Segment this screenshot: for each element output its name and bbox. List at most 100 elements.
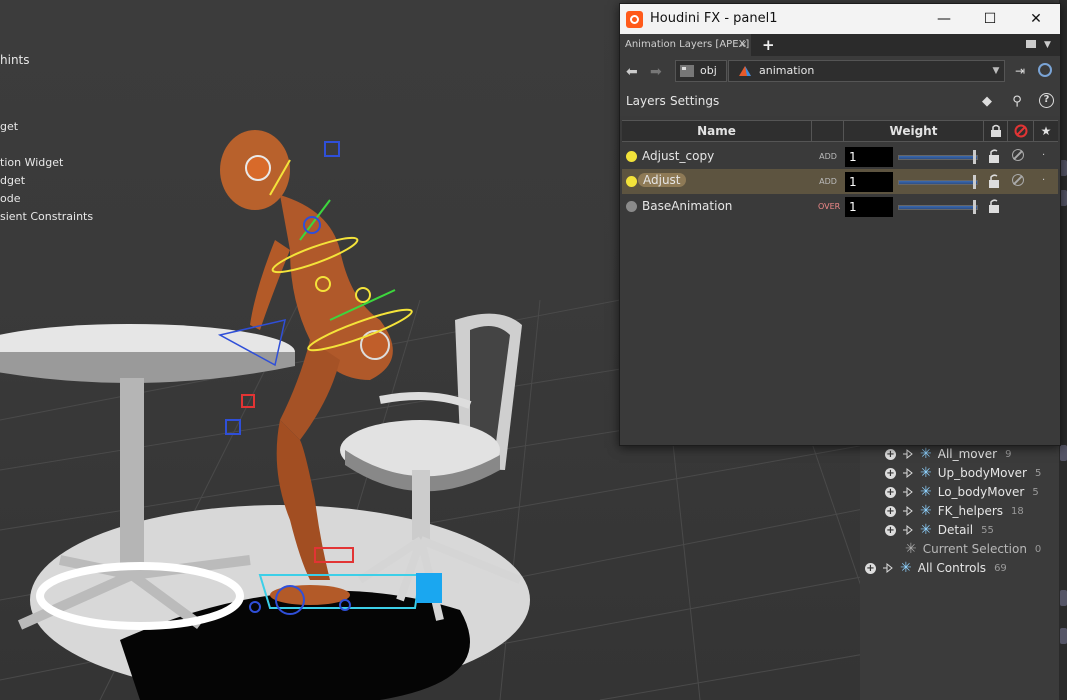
tree-item[interactable]: ✳ Current Selection 0 (905, 540, 1041, 558)
animation-node-icon (739, 66, 751, 76)
expand-icon[interactable]: + (885, 486, 896, 498)
column-solo-icon[interactable]: ★ (1034, 121, 1058, 141)
maximize-button[interactable]: ☐ (967, 4, 1013, 34)
layer-weight-field[interactable]: 1 (845, 147, 893, 167)
layer-color-dot (626, 176, 637, 187)
path-node-field[interactable]: animation (728, 60, 1005, 82)
layer-weight-slider-handle[interactable] (973, 200, 976, 214)
window-titlebar[interactable]: Houdini FX - panel1 — ☐ ✕ (620, 4, 1060, 34)
column-mode[interactable] (812, 121, 844, 141)
layer-weight-slider[interactable] (898, 205, 978, 210)
tree-item[interactable]: + ✳ All Controls 69 (865, 559, 1007, 577)
keyframe-icon (883, 562, 893, 574)
expand-icon[interactable]: + (885, 505, 896, 517)
expand-icon[interactable]: + (885, 467, 896, 479)
channel-icon: ✳ (920, 522, 932, 538)
minimize-button[interactable]: — (921, 4, 967, 34)
animation-layers-window: Houdini FX - panel1 — ☐ ✕ Animation Laye… (619, 3, 1061, 446)
tree-item-label: Detail (937, 523, 974, 537)
tree-item-label: Current Selection (922, 542, 1027, 556)
pin-icon[interactable]: ⇥ (1015, 64, 1025, 78)
layer-weight-field[interactable]: 1 (845, 172, 893, 192)
unlocked-icon[interactable] (988, 149, 1000, 163)
viewport-hint: hints (0, 53, 30, 67)
tree-item[interactable]: + ✳ Up_bodyMover 5 (885, 464, 1041, 482)
menu-settings[interactable]: Settings (670, 94, 719, 108)
tree-item-label: All Controls (917, 561, 987, 575)
tab-close-icon[interactable]: × (739, 34, 747, 56)
layer-weight-field[interactable]: 1 (845, 197, 893, 217)
path-root-button[interactable]: obj (675, 60, 727, 82)
column-lock-icon[interactable] (984, 121, 1008, 141)
layer-blend-mode[interactable]: ADD (818, 177, 838, 186)
forward-arrow-icon[interactable]: ➡ (650, 64, 662, 80)
layer-weight-slider-handle[interactable] (973, 175, 976, 189)
back-arrow-icon[interactable]: ⬅ (626, 64, 638, 80)
column-mute-icon[interactable] (1008, 121, 1034, 141)
layer-blend-mode[interactable]: ADD (818, 152, 838, 161)
tree-item[interactable]: + ✳ Detail 55 (885, 521, 994, 539)
pane-layout-icon[interactable] (1026, 40, 1036, 48)
solo-toggle-icon[interactable]: · (1042, 175, 1045, 186)
layer-row[interactable]: BaseAnimation OVER 1 (622, 194, 1058, 219)
toolbar-button[interactable] (1060, 190, 1067, 206)
toolbar-button[interactable] (1060, 445, 1067, 461)
keyframe-icon (903, 505, 913, 517)
keyframe-icon (903, 467, 913, 479)
expand-icon[interactable]: + (885, 448, 896, 460)
add-layer-icon[interactable]: ◆ (978, 94, 996, 110)
channel-icon: ✳ (900, 560, 912, 576)
unlocked-icon[interactable] (988, 199, 1000, 213)
layer-name[interactable]: BaseAnimation (642, 199, 732, 213)
solo-toggle-icon[interactable]: · (1042, 150, 1045, 161)
network-icon (680, 65, 694, 77)
pane-tab-bar: Animation Layers [APEX] × + ▼ (620, 34, 1060, 56)
channel-icon: ✳ (920, 446, 932, 462)
mute-toggle-icon[interactable] (1012, 149, 1024, 161)
window-title: Houdini FX - panel1 (650, 11, 778, 26)
path-node-label: animation (759, 64, 815, 77)
layer-row[interactable]: Adjust_copy ADD 1 · (622, 144, 1058, 169)
column-weight[interactable]: Weight (844, 121, 984, 141)
path-dropdown-arrow-icon[interactable]: ▼ (987, 60, 1005, 82)
tree-item[interactable]: + ✳ FK_helpers 18 (885, 502, 1024, 520)
keyframe-icon (903, 524, 913, 536)
layer-row[interactable]: Adjust ADD 1 · (622, 169, 1058, 194)
layer-color-dot (626, 151, 637, 162)
add-layer-from-selection-icon[interactable]: ⚲ (1008, 94, 1026, 110)
toolbar-button[interactable] (1060, 590, 1067, 606)
link-icon[interactable] (1038, 63, 1052, 77)
tab-animation-layers[interactable]: Animation Layers [APEX] (620, 34, 751, 56)
tree-item-count: 18 (1011, 505, 1024, 517)
tree-item[interactable]: + ✳ Lo_bodyMover 5 (885, 483, 1039, 501)
keyframe-icon (903, 486, 913, 498)
table-header: Name Weight ★ (622, 120, 1058, 142)
tree-item-count: 55 (981, 524, 994, 536)
unlocked-icon[interactable] (988, 174, 1000, 188)
pane-menu-arrow-icon[interactable]: ▼ (1044, 34, 1051, 56)
close-button[interactable]: ✕ (1013, 4, 1059, 34)
expand-icon[interactable]: + (885, 524, 896, 536)
expand-icon[interactable]: + (865, 562, 876, 574)
add-tab-button[interactable]: + (762, 34, 775, 56)
viewport-hint: tion Widget (0, 156, 64, 169)
layer-weight-slider[interactable] (898, 180, 978, 185)
tree-item-label: FK_helpers (937, 504, 1004, 518)
layer-weight-slider-handle[interactable] (973, 150, 976, 164)
layer-name[interactable]: Adjust (638, 173, 686, 187)
houdini-logo-icon (626, 11, 643, 28)
layer-name[interactable]: Adjust_copy (642, 149, 714, 163)
toolbar-button[interactable] (1060, 160, 1067, 176)
viewport-hint: dget (0, 174, 26, 187)
layer-blend-mode[interactable]: OVER (818, 202, 840, 211)
menu-bar: Layers Settings ◆ ⚲ ? (620, 88, 1060, 116)
toolbar-button[interactable] (1060, 628, 1067, 644)
tree-item-label: Lo_bodyMover (937, 485, 1025, 499)
layer-weight-slider[interactable] (898, 155, 978, 160)
viewport-hint: ode (0, 192, 21, 205)
menu-layers[interactable]: Layers (626, 94, 666, 108)
help-icon[interactable]: ? (1039, 93, 1054, 108)
tree-item[interactable]: + ✳ All_mover 9 (885, 445, 1011, 463)
mute-toggle-icon[interactable] (1012, 174, 1024, 186)
column-name[interactable]: Name (622, 121, 812, 141)
